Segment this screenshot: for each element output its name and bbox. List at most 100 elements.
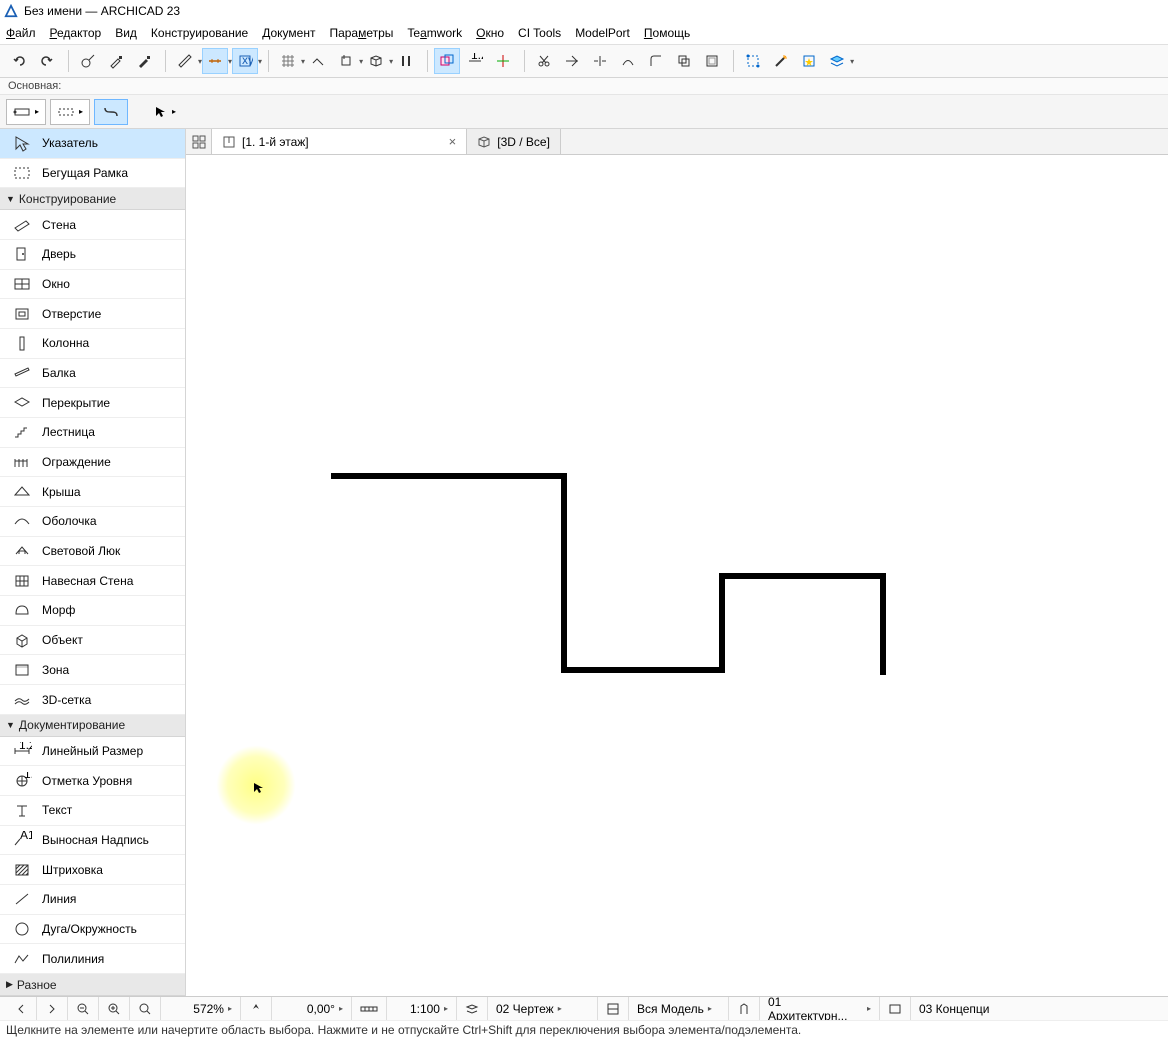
- undo-button[interactable]: [6, 48, 32, 74]
- wand-button[interactable]: [768, 48, 794, 74]
- eyedropper-button[interactable]: [103, 48, 129, 74]
- tab-close-icon[interactable]: ×: [449, 134, 457, 149]
- tool-Штриховка[interactable]: Штриховка: [0, 855, 185, 885]
- tool-Крыша[interactable]: Крыша: [0, 477, 185, 507]
- menu-помощь[interactable]: Помощь: [644, 26, 690, 40]
- zoom-fit-button[interactable]: [130, 997, 161, 1020]
- snap-xy-button[interactable]: xy: [232, 48, 258, 74]
- dim-icon[interactable]: 1.2: [462, 48, 488, 74]
- fillet-button[interactable]: [643, 48, 669, 74]
- nav-fwd-button[interactable]: [37, 997, 68, 1020]
- split-button[interactable]: [587, 48, 613, 74]
- menu-конструирование[interactable]: Конструирование: [151, 26, 248, 40]
- adjust-button[interactable]: [615, 48, 641, 74]
- snap-toggle-button[interactable]: [305, 48, 331, 74]
- tool-Балка[interactable]: Балка: [0, 359, 185, 389]
- inject-button[interactable]: [131, 48, 157, 74]
- tab-3d[interactable]: [3D / Все]: [467, 129, 561, 154]
- menu-modelport[interactable]: ModelPort: [575, 26, 630, 40]
- tool-Окно[interactable]: Окно: [0, 270, 185, 300]
- layer-combo[interactable]: 02 Чертеж▸: [488, 997, 598, 1020]
- svg-text:1.2: 1.2: [19, 742, 32, 752]
- suspend-button[interactable]: [393, 48, 419, 74]
- zoom-out-button[interactable]: [68, 997, 99, 1020]
- tab-floorplan[interactable]: [1. 1-й этаж] ×: [212, 129, 467, 154]
- geom-method-3[interactable]: [94, 99, 128, 125]
- layers-status-icon[interactable]: [457, 997, 488, 1020]
- tool-Стена[interactable]: Стена: [0, 210, 185, 240]
- pen-set[interactable]: 01 Архитектурн...▸: [760, 997, 880, 1020]
- ruler-button[interactable]: [172, 48, 198, 74]
- cut-button[interactable]: [531, 48, 557, 74]
- tool-Линейный Размер[interactable]: 1.2Линейный Размер: [0, 737, 185, 767]
- section-Документирование[interactable]: ▼Документирование: [0, 715, 185, 737]
- tool-Линия[interactable]: Линия: [0, 885, 185, 915]
- tool-3D-сетка[interactable]: 3D-сетка: [0, 685, 185, 715]
- tool-Объект[interactable]: Объект: [0, 626, 185, 656]
- mvo-icon[interactable]: [880, 997, 911, 1020]
- tool-Отметка Уровня[interactable]: 1.2Отметка Уровня: [0, 766, 185, 796]
- tool-Дуга/Окружность[interactable]: Дуга/Окружность: [0, 915, 185, 945]
- tool-Текст[interactable]: Текст: [0, 796, 185, 826]
- tool-Зона[interactable]: Зона: [0, 655, 185, 685]
- orientation-button[interactable]: [241, 997, 272, 1020]
- tool-Отверстие[interactable]: Отверстие: [0, 299, 185, 329]
- tool-Указатель[interactable]: Указатель: [0, 129, 185, 159]
- menu-окно[interactable]: Окно: [476, 26, 504, 40]
- tab-grid-icon[interactable]: [186, 129, 212, 154]
- redo-button[interactable]: [34, 48, 60, 74]
- favorite-button[interactable]: [796, 48, 822, 74]
- geom-method-2[interactable]: ▸: [50, 99, 90, 125]
- crop-button[interactable]: [740, 48, 766, 74]
- zoom-in-button[interactable]: [99, 997, 130, 1020]
- tool-Световой Люк[interactable]: Световой Люк: [0, 537, 185, 567]
- tool-icon: 1.2: [10, 772, 34, 790]
- scale-value[interactable]: 1:100▸: [387, 997, 457, 1020]
- pick-button[interactable]: [75, 48, 101, 74]
- tool-Выносная Надпись[interactable]: A1Выносная Надпись: [0, 826, 185, 856]
- menu-teamwork[interactable]: Teamwork: [407, 26, 462, 40]
- pen-set-icon[interactable]: [729, 997, 760, 1020]
- menu-вид[interactable]: Вид: [115, 26, 137, 40]
- tool-Перекрытие[interactable]: Перекрытие: [0, 388, 185, 418]
- drawing-canvas[interactable]: [186, 155, 1168, 996]
- dropdown-icon[interactable]: ▾: [258, 57, 262, 66]
- gravity-button[interactable]: [333, 48, 359, 74]
- geom-method-1[interactable]: ▸: [6, 99, 46, 125]
- menu-документ[interactable]: Документ: [262, 26, 315, 40]
- tool-Оболочка[interactable]: Оболочка: [0, 507, 185, 537]
- grid-button[interactable]: [275, 48, 301, 74]
- tool-Бегущая Рамка[interactable]: Бегущая Рамка: [0, 159, 185, 189]
- arrow-tool-indicator[interactable]: ▸: [148, 99, 182, 125]
- mvo-value[interactable]: 03 Концепци: [911, 997, 997, 1020]
- tool-Дверь[interactable]: Дверь: [0, 240, 185, 270]
- dropdown-icon[interactable]: ▾: [850, 57, 854, 66]
- tool-Ограждение[interactable]: Ограждение: [0, 448, 185, 478]
- zoom-value[interactable]: 572%▸: [161, 997, 241, 1020]
- tool-Морф[interactable]: Морф: [0, 596, 185, 626]
- tool-Колонна[interactable]: Колонна: [0, 329, 185, 359]
- menu-редактор[interactable]: Редактор: [50, 26, 102, 40]
- angle-value[interactable]: 0,00°▸: [272, 997, 352, 1020]
- layers-button[interactable]: [824, 48, 850, 74]
- tool-Навесная Стена[interactable]: Навесная Стена: [0, 566, 185, 596]
- menu-файл[interactable]: Файл: [6, 26, 36, 40]
- offset-button[interactable]: [699, 48, 725, 74]
- nav-back-button[interactable]: [6, 997, 37, 1020]
- trace-button[interactable]: [434, 48, 460, 74]
- menu-параметры[interactable]: Параметры: [329, 26, 393, 40]
- tool-label: Штриховка: [42, 863, 103, 877]
- intersect-button[interactable]: [671, 48, 697, 74]
- section-Разное[interactable]: ▶Разное: [0, 974, 185, 996]
- model-icon[interactable]: [598, 997, 629, 1020]
- scale-icon[interactable]: [352, 997, 387, 1020]
- axis-cross-button[interactable]: [490, 48, 516, 74]
- section-Конструирование[interactable]: ▼Конструирование: [0, 188, 185, 210]
- trim-button[interactable]: [559, 48, 585, 74]
- tool-Лестница[interactable]: Лестница: [0, 418, 185, 448]
- tool-Полилиния[interactable]: Полилиния: [0, 944, 185, 974]
- model-filter[interactable]: Вся Модель▸: [629, 997, 729, 1020]
- menu-ci tools[interactable]: CI Tools: [518, 26, 561, 40]
- cube-button[interactable]: [363, 48, 389, 74]
- guideline-button[interactable]: [202, 48, 228, 74]
